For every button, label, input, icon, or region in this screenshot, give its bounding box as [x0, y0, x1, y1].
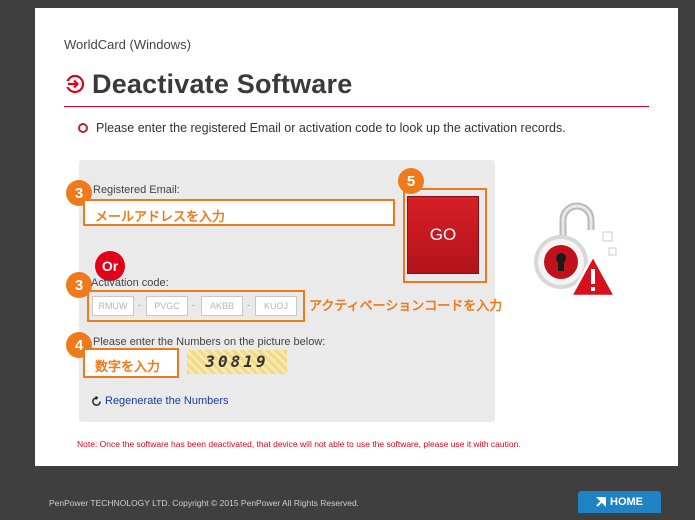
regenerate-text: Regenerate the Numbers — [105, 395, 229, 407]
code-separator: - — [192, 300, 195, 310]
captcha-image: 30819 — [187, 350, 287, 374]
code-input-4[interactable]: KUOJ — [255, 296, 297, 316]
main-card: WorldCard (Windows) Deactivate Software … — [35, 8, 678, 466]
code-input-3[interactable]: AKBB — [201, 296, 243, 316]
numbers-annotation: 数字を入力 — [95, 359, 161, 374]
code-input-1[interactable]: RMUW — [92, 296, 134, 316]
exit-arrow-icon — [65, 74, 85, 94]
footer-copyright: PenPower TECHNOLOGY LTD. Copyright © 201… — [49, 498, 360, 508]
caution-note: Note: Once the software has been deactiv… — [77, 439, 521, 449]
instruction: Please enter the registered Email or act… — [78, 121, 566, 135]
numbers-label: Please enter the Numbers on the picture … — [93, 336, 326, 348]
instruction-text: Please enter the registered Email or act… — [96, 121, 566, 135]
regenerate-link[interactable]: Regenerate the Numbers — [91, 395, 229, 407]
home-label: HOME — [610, 496, 643, 508]
go-button[interactable]: GO — [407, 196, 479, 274]
email-field[interactable]: メールアドレスを入力 — [83, 199, 395, 226]
email-label: Registered Email: — [93, 184, 180, 196]
unlocked-padlock-icon — [534, 202, 618, 298]
code-annotation: アクティベーションコードを入力 — [309, 298, 503, 313]
refresh-icon — [92, 395, 101, 406]
arrow-icon — [596, 497, 606, 507]
code-input-2[interactable]: PVGC — [146, 296, 188, 316]
product-subtitle: WorldCard (Windows) — [64, 37, 191, 52]
activation-label: Activation code: — [91, 277, 169, 289]
page-title: Deactivate Software — [92, 68, 353, 99]
title-row: Deactivate Software — [64, 64, 352, 104]
email-annotation: メールアドレスを入力 — [95, 209, 226, 224]
bullet-icon — [78, 123, 88, 133]
numbers-field[interactable]: 数字を入力 — [83, 348, 179, 378]
code-separator: - — [247, 300, 250, 310]
code-separator: - — [138, 300, 141, 310]
activation-code-group: RMUW - PVGC - AKBB - KUOJ — [87, 290, 305, 322]
home-button[interactable]: HOME — [578, 491, 661, 513]
title-divider — [64, 106, 649, 107]
